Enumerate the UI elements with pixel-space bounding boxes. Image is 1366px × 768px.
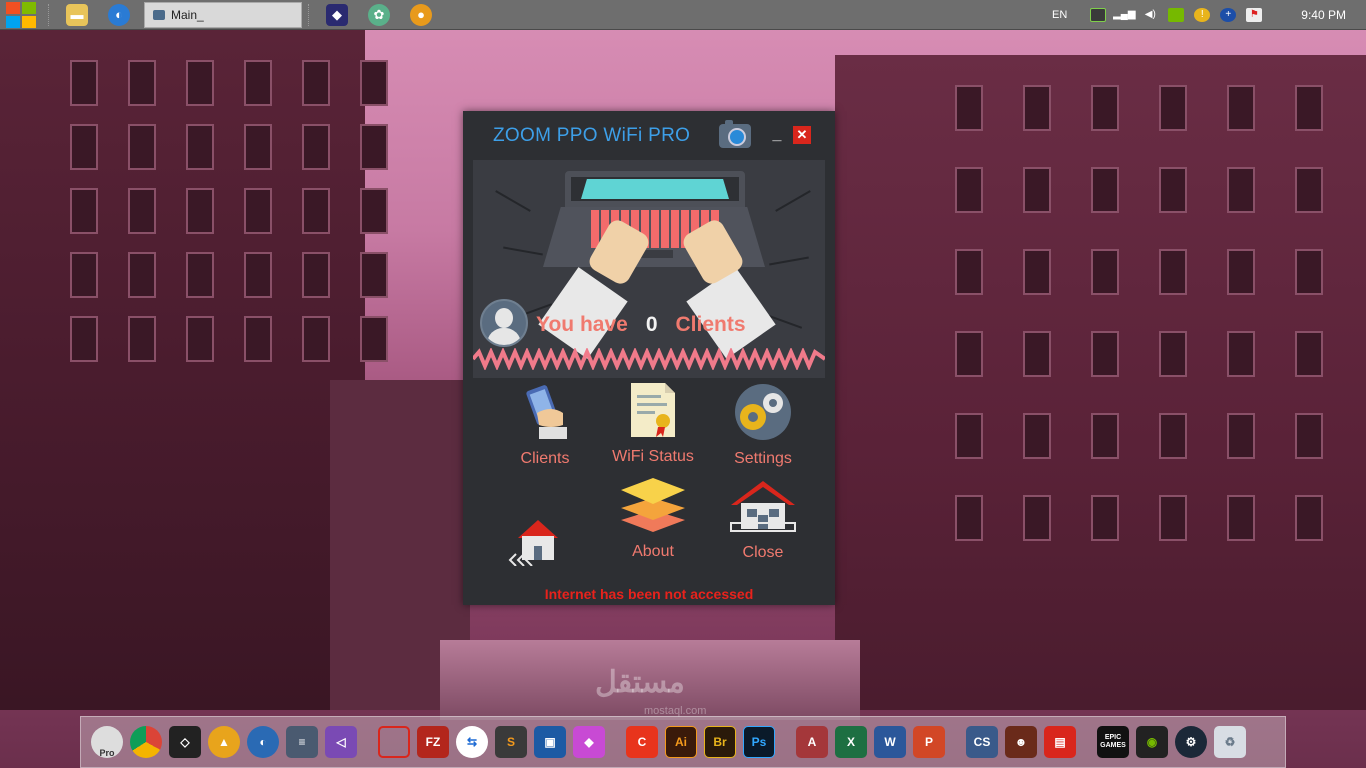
clients-suffix: Clients [675, 313, 746, 336]
menu-wifi-status-label: WiFi Status [612, 448, 694, 465]
pro-badge: Pro [99, 748, 115, 758]
bridge-icon[interactable]: Br [704, 726, 736, 758]
android-studio-icon[interactable]: ▲ [208, 726, 240, 758]
camera-icon[interactable] [719, 120, 751, 148]
network-tray-icon[interactable]: + [1220, 7, 1237, 22]
prism-icon[interactable]: ◆ [573, 726, 605, 758]
camtasia-icon[interactable]: C [626, 726, 658, 758]
bottom-dock: Pro ◇ ▲ ◐ ≡ ◁ FZ ⇆ S ▣ ◆ C Ai Br Ps A X … [80, 716, 1286, 768]
language-indicator[interactable]: EN [1052, 9, 1067, 21]
eclipse-icon[interactable]: ◐ [247, 726, 279, 758]
nvidia-icon[interactable]: ◉ [1136, 726, 1168, 758]
taskbar-separator [308, 3, 310, 26]
device-tool-icon[interactable] [378, 726, 410, 758]
certificate-icon [631, 383, 675, 437]
system-tray: EN ▂▄▆ ◀) ! + ⚑ 9:40 PM [1052, 0, 1366, 30]
game-character-icon[interactable]: ☻ [1005, 726, 1037, 758]
steam-icon[interactable]: ⚙ [1175, 726, 1207, 758]
app-icon-orange[interactable]: ● [410, 3, 432, 26]
app-title: ZOOM PPO WiFi PRO [493, 125, 691, 146]
house-icon [730, 481, 796, 532]
phone-hand-icon [526, 385, 567, 439]
folder-icon[interactable]: ▬ [66, 3, 88, 26]
minimize-button[interactable]: _ [769, 126, 785, 144]
app-icon-globe[interactable]: ✿ [368, 3, 390, 26]
chrome-icon[interactable] [130, 726, 162, 758]
decor-line [775, 190, 811, 212]
counter-strike-label: CS [973, 735, 991, 749]
menu-wifi-status-button[interactable]: WiFi Status [603, 381, 703, 466]
epic-games-icon[interactable]: EPIC GAMES [1097, 726, 1129, 758]
menu-about-label: About [632, 543, 674, 560]
volume-icon[interactable]: ◀) [1142, 8, 1158, 22]
home-back-icon [508, 520, 558, 567]
clients-prefix: You have [536, 313, 628, 336]
menu-settings-button[interactable]: Settings [725, 383, 801, 468]
visual-studio-icon[interactable]: ◁ [325, 726, 357, 758]
google-earth-pro-icon[interactable]: Pro [91, 726, 123, 758]
clock[interactable]: 9:40 PM [1301, 8, 1346, 22]
powerpoint-icon[interactable]: P [913, 726, 945, 758]
clients-count: 0 [645, 313, 658, 336]
app-icon-puzzle[interactable]: ◆ [326, 3, 348, 26]
laptop-illustration [565, 171, 745, 207]
menu-clients-button[interactable]: Clients [511, 383, 579, 468]
filezilla-icon[interactable]: FZ [417, 726, 449, 758]
gears-icon [735, 384, 791, 440]
photoshop-icon[interactable]: Ps [743, 726, 775, 758]
access-icon[interactable]: A [796, 726, 828, 758]
excel-icon[interactable]: X [835, 726, 867, 758]
bridge-label: Br [713, 735, 727, 749]
wallpaper-windows-right [955, 85, 1323, 541]
menu-close-button[interactable]: Close [727, 479, 799, 562]
decor-line [503, 246, 543, 256]
recycle-bin-icon[interactable]: ♻ [1214, 726, 1246, 758]
start-button[interactable] [0, 0, 42, 30]
top-taskbar: ▬ ◐ Main_ ◆ ✿ ● EN ▂▄▆ ◀) ! + ⚑ 9:40 PM [0, 0, 1366, 30]
wallpaper-windows-left [70, 60, 388, 362]
decor-line [495, 190, 531, 212]
taskbar-task-main[interactable]: Main_ [144, 1, 302, 28]
flag-tray-icon[interactable]: ⚑ [1246, 7, 1263, 22]
counter-strike-icon[interactable]: CS [966, 726, 998, 758]
menu-close-label: Close [742, 544, 784, 561]
filezilla-label: FZ [425, 735, 441, 749]
camera-app-icon [153, 9, 165, 20]
battery-icon[interactable] [1090, 7, 1107, 22]
game-box-icon[interactable]: ▤ [1044, 726, 1076, 758]
epic-games-label: EPIC GAMES [1100, 734, 1126, 749]
nvidia-tray-icon[interactable] [1168, 7, 1185, 22]
clients-count-line: You have 0 Clients [536, 313, 746, 337]
taskbar-separator [48, 3, 50, 26]
server-tool-icon[interactable]: ≡ [286, 726, 318, 758]
hero-illustration [473, 160, 825, 378]
windows-logo-icon [6, 1, 36, 28]
warning-tray-icon[interactable]: ! [1194, 7, 1211, 22]
menu-settings-label: Settings [734, 450, 792, 467]
menu-clients-label: Clients [520, 450, 570, 467]
menu-about-button[interactable]: About [613, 476, 693, 561]
watermark-arabic: مستقل [595, 666, 685, 699]
decor-line [769, 256, 809, 266]
illustrator-label: Ai [675, 735, 687, 749]
internet-status-message: Internet has been not accessed [544, 586, 754, 602]
word-icon[interactable]: W [874, 726, 906, 758]
sublime-text-icon[interactable]: S [495, 726, 527, 758]
wifi-app-window: ZOOM PPO WiFi PRO _ ✕ You have 0 Clients [463, 111, 835, 605]
menu-home-button[interactable] [503, 516, 563, 575]
signal-icon[interactable]: ▂▄▆ [1113, 8, 1135, 22]
virtualbox-icon[interactable]: ▣ [534, 726, 566, 758]
browser-icon[interactable]: ◐ [108, 3, 130, 26]
unity-icon[interactable]: ◇ [169, 726, 201, 758]
wave-divider [473, 348, 825, 370]
teamviewer-icon[interactable]: ⇆ [456, 726, 488, 758]
user-avatar-icon [480, 299, 528, 347]
illustrator-icon[interactable]: Ai [665, 726, 697, 758]
photoshop-label: Ps [751, 735, 767, 749]
taskbar-task-label: Main_ [171, 7, 204, 22]
window-close-button[interactable]: ✕ [793, 126, 811, 144]
layers-icon [621, 478, 685, 532]
